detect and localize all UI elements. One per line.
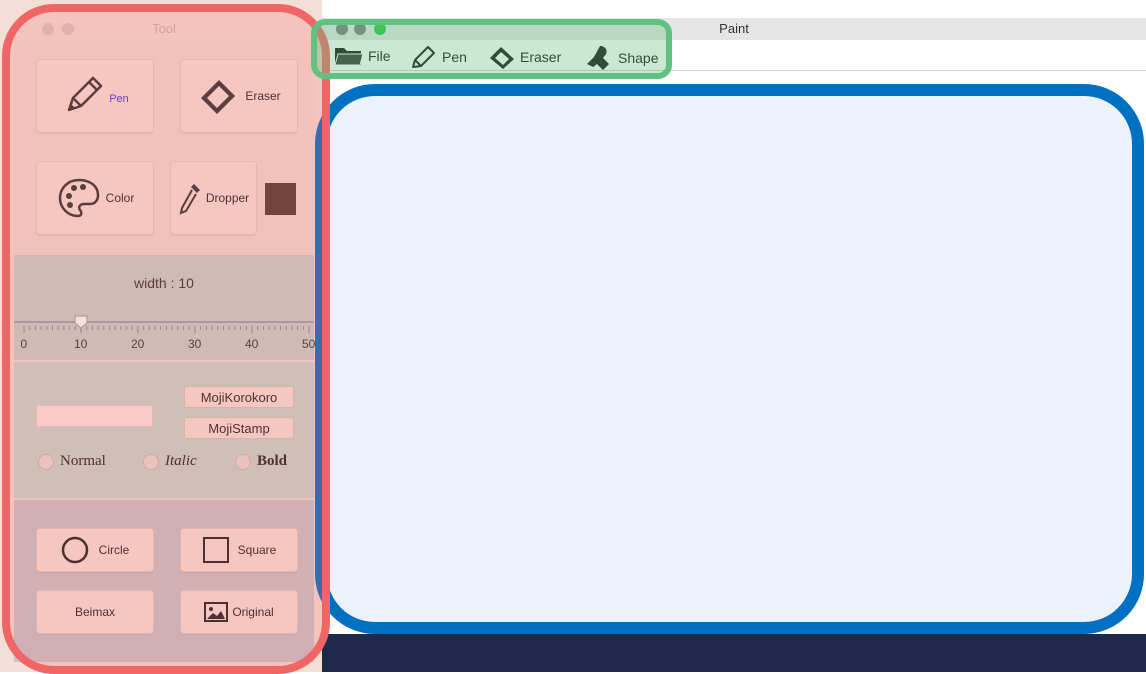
menubar-highlight xyxy=(311,19,672,79)
tool-panel-highlight xyxy=(2,4,330,674)
window-bottom-strip xyxy=(322,634,1146,672)
canvas-highlight xyxy=(315,84,1144,634)
